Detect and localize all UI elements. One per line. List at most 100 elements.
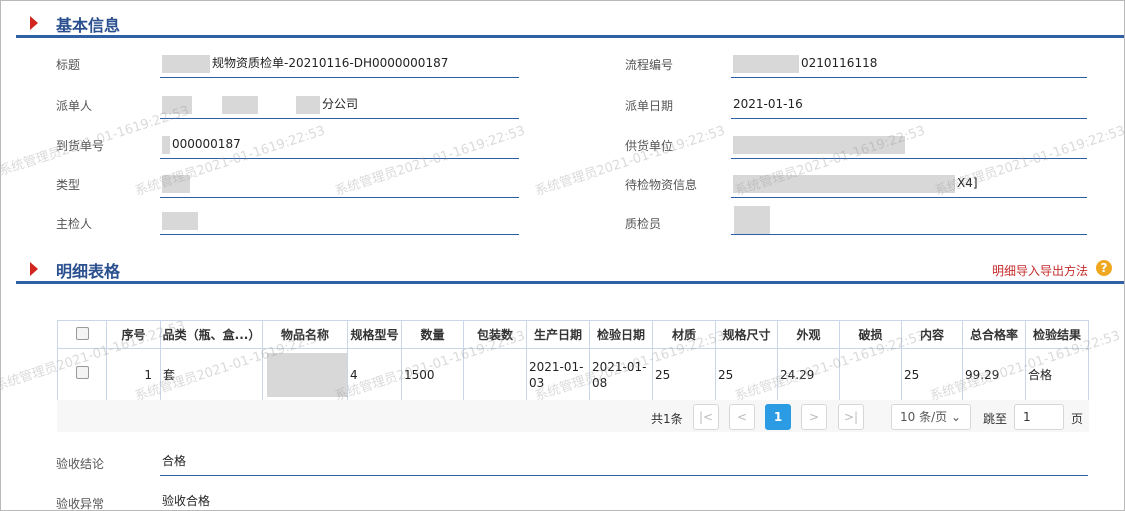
detail-header: 明细表格 明细导入导出方法 ?	[16, 254, 1124, 284]
detail-table: 序号 品类（瓶、盒...） 物品名称 规格型号 数量 包装数 生产日期 检验日期…	[57, 320, 1089, 401]
table-cell: 4	[347, 348, 402, 401]
first-page-button[interactable]: |<	[693, 404, 719, 430]
item-name-cell	[262, 348, 348, 401]
jump-label: 跳至	[983, 412, 1008, 426]
flow-value: 0210116118	[801, 56, 878, 70]
abnormal-field[interactable]: 验收合格	[160, 488, 1088, 511]
basic-info-title: 基本信息	[56, 16, 121, 35]
import-export-help-link[interactable]: 明细导入导出方法	[992, 262, 1088, 279]
date-field[interactable]: 2021-01-16	[731, 91, 1087, 119]
arrival-field[interactable]: 000000187	[160, 131, 519, 159]
date-value: 2021-01-16	[733, 97, 803, 111]
table-cell: 2021-01-08	[589, 348, 653, 401]
table-cell	[839, 348, 902, 401]
result-field[interactable]: 合格	[160, 448, 1088, 476]
redacted-block	[267, 352, 347, 397]
row-checkbox[interactable]	[75, 366, 89, 379]
redacted-block	[162, 54, 210, 73]
table-cell: 25	[715, 348, 778, 401]
redacted-block	[733, 174, 955, 193]
table-cell: 99.29	[962, 348, 1026, 401]
table-header-row: 序号 品类（瓶、盒...） 物品名称 规格型号 数量 包装数 生产日期 检验日期…	[57, 320, 1089, 349]
arrival-label: 到货单号	[56, 139, 105, 153]
qc-field[interactable]	[731, 207, 1087, 235]
detail-title: 明细表格	[56, 262, 121, 281]
column-header[interactable]: 规格尺寸	[715, 320, 778, 349]
redacted-block	[162, 211, 198, 230]
table-cell: 套	[160, 348, 263, 401]
supplier-label: 供货单位	[625, 139, 674, 153]
column-header[interactable]: 总合格率	[962, 320, 1026, 349]
table-cell: 1500	[401, 348, 464, 401]
column-header[interactable]: 材质	[652, 320, 716, 349]
table-row[interactable]: 1 套 4 1500 2021-01-03 2021-01-08 25 25 2…	[57, 348, 1089, 401]
column-header[interactable]: 生产日期	[526, 320, 590, 349]
column-header[interactable]: 外观	[777, 320, 840, 349]
pending-goods-field[interactable]: X4]	[731, 170, 1087, 198]
redacted-block	[162, 135, 170, 154]
type-label: 类型	[56, 178, 81, 192]
result-value: 合格	[162, 454, 187, 468]
column-header[interactable]: 破损	[839, 320, 902, 349]
table-cell	[463, 348, 527, 401]
table-cell: 1	[106, 348, 161, 401]
title-value: 规物资质检单-20210116-DH0000000187	[212, 56, 449, 70]
column-header[interactable]: 检验结果	[1025, 320, 1089, 349]
table-cell: 25	[652, 348, 716, 401]
supplier-field[interactable]	[731, 131, 1087, 159]
column-header[interactable]: 物品名称	[262, 320, 348, 349]
redacted-block	[296, 95, 320, 114]
next-page-button[interactable]: >	[801, 404, 827, 430]
column-header[interactable]: 规格型号	[347, 320, 402, 349]
pending-goods-value: X4]	[957, 176, 978, 190]
flow-field[interactable]: 0210116118	[731, 50, 1087, 78]
redacted-block	[733, 135, 905, 154]
section-arrow-icon	[30, 262, 38, 276]
column-header[interactable]: 品类（瓶、盒...）	[160, 320, 263, 349]
pending-goods-label: 待检物资信息	[625, 178, 698, 192]
table-cell: 24.29	[777, 348, 840, 401]
redacted-block	[162, 174, 190, 193]
page-1-button[interactable]: 1	[765, 404, 791, 430]
flow-label: 流程编号	[625, 58, 674, 72]
abnormal-label: 验收异常	[56, 497, 105, 511]
chevron-down-icon: ⌄	[950, 410, 962, 424]
column-header[interactable]: 数量	[401, 320, 464, 349]
type-field[interactable]	[160, 170, 519, 198]
section-arrow-icon	[30, 16, 38, 30]
total-count: 共1条	[651, 412, 683, 426]
inspector-field[interactable]	[160, 207, 519, 235]
table-cell: 合格	[1025, 348, 1089, 401]
page-size-value: 10 条/页	[900, 410, 948, 424]
column-header[interactable]: 内容	[901, 320, 963, 349]
help-icon[interactable]: ?	[1096, 260, 1112, 276]
redacted-block	[734, 206, 770, 234]
prev-page-button[interactable]: <	[729, 404, 755, 430]
table-cell: 2021-01-03	[526, 348, 590, 401]
table-cell: 25	[901, 348, 963, 401]
dispatcher-field[interactable]: 分公司	[160, 91, 519, 119]
jump-page-input[interactable]: 1	[1014, 404, 1064, 430]
last-page-button[interactable]: >|	[838, 404, 864, 430]
result-label: 验收结论	[56, 457, 105, 471]
select-all-checkbox[interactable]	[75, 326, 89, 340]
select-all-cell[interactable]	[57, 320, 107, 349]
pagination: 共1条 |< < 1 > >| 10 条/页 ⌄ 跳至 1 页	[57, 400, 1089, 432]
date-label: 派单日期	[625, 99, 674, 113]
abnormal-value: 验收合格	[162, 494, 211, 508]
qc-label: 质检员	[625, 217, 662, 231]
page-unit-label: 页	[1071, 412, 1084, 426]
column-header[interactable]: 序号	[106, 320, 161, 349]
arrival-value: 000000187	[172, 137, 241, 151]
inspector-label: 主检人	[56, 217, 93, 231]
column-header[interactable]: 检验日期	[589, 320, 653, 349]
row-select-cell[interactable]	[57, 348, 107, 401]
dispatcher-label: 派单人	[56, 99, 93, 113]
title-label: 标题	[56, 58, 81, 72]
column-header[interactable]: 包装数	[463, 320, 527, 349]
page-size-select[interactable]: 10 条/页 ⌄	[891, 404, 971, 430]
redacted-block	[162, 95, 192, 114]
title-field[interactable]: 规物资质检单-20210116-DH0000000187	[160, 50, 519, 78]
basic-info-header: 基本信息	[16, 8, 1124, 38]
redacted-block	[733, 54, 799, 73]
